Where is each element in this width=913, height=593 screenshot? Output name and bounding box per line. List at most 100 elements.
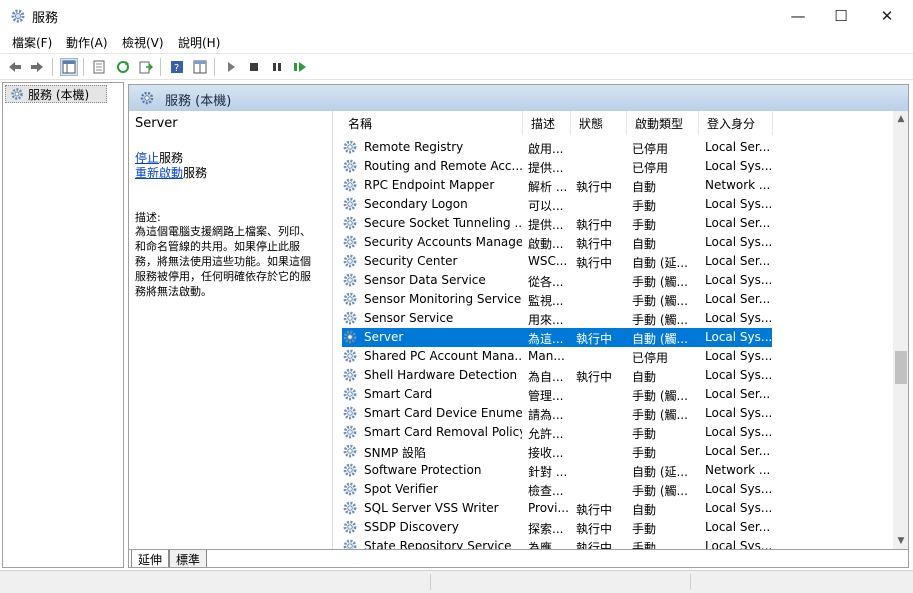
service-startup-type: 手動 (觸...	[632, 389, 688, 403]
column-header-log-on-as[interactable]: 登入身分	[699, 111, 773, 135]
tab-standard[interactable]: 標準	[169, 550, 208, 567]
service-log-on-as: Local Ser...	[705, 292, 771, 306]
column-header-label: 狀態	[579, 116, 604, 131]
service-gear-icon	[342, 348, 358, 364]
service-gear-icon	[342, 500, 358, 516]
service-startup-type: 手動	[632, 427, 657, 441]
service-gear-icon	[342, 462, 358, 478]
scrollbar-thumb[interactable]	[895, 351, 907, 384]
service-row[interactable]: Security Center WSC... 執行中 自動 (延... Local Se…	[342, 252, 772, 271]
console-tree-icon[interactable]	[60, 58, 78, 76]
service-row[interactable]: Sensor Data Service 從各... 手動 (觸... Local Sy…	[342, 271, 772, 290]
service-startup-type: 手動	[632, 522, 657, 536]
service-row[interactable]: Security Accounts Manager 啟動... 執行中 自動 Local…	[342, 233, 772, 252]
services-gear-icon	[140, 91, 154, 105]
service-gear-icon	[342, 215, 358, 231]
description-label: 描述:	[135, 211, 161, 224]
service-row[interactable]: Routing and Remote Acc... 提供... 已停用 Local S…	[342, 157, 772, 176]
pause-service-icon[interactable]	[268, 58, 286, 76]
export-list-icon[interactable]	[137, 58, 155, 76]
back-icon[interactable]	[6, 58, 24, 76]
menu-view[interactable]: 檢視(V)	[122, 34, 164, 51]
service-row[interactable]: State Repository Service 為應... 執行中 手動 Local …	[342, 537, 772, 549]
stop-service-suffix: 服務	[159, 151, 184, 165]
service-row[interactable]: RPC Endpoint Mapper 解析 ... 執行中 自動 Network ..…	[342, 176, 772, 195]
restart-service-icon[interactable]	[291, 58, 309, 76]
tab-extended[interactable]: 延伸	[131, 550, 170, 567]
service-name: Smart Card	[364, 387, 433, 401]
minimize-button[interactable]: —	[775, 0, 821, 31]
description-text: 為這個電腦支援網路上檔案、列印、 和命名管線的共用。如果停止此服 務，將無法使用…	[135, 224, 331, 299]
service-gear-icon	[342, 538, 358, 549]
column-header-status[interactable]: 狀態	[571, 111, 627, 135]
service-row[interactable]: SQL Server VSS Writer Provi... 執行中 自動 Local …	[342, 499, 772, 518]
service-gear-icon	[342, 367, 358, 383]
service-gear-icon	[342, 177, 358, 193]
service-log-on-as: Network ...	[705, 178, 771, 192]
service-row[interactable]: Sensor Service 用來... 手動 (觸... Local Sys...	[342, 309, 772, 328]
tree-item-services-local[interactable]: 服務 (本機)	[5, 85, 107, 103]
service-name: Secondary Logon	[364, 197, 468, 211]
service-gear-icon	[342, 443, 358, 459]
service-log-on-as: Local Ser...	[705, 387, 771, 401]
service-row[interactable]: Smart Card Device Enume... 請為... 手動 (觸... L…	[342, 404, 772, 423]
console-tree: 服務 (本機)	[2, 82, 124, 568]
vertical-scrollbar[interactable]: ▲ ▼	[893, 111, 908, 549]
restart-service-link[interactable]: 重新啟動	[135, 166, 183, 180]
service-row[interactable]: SSDP Discovery 探索... 執行中 手動 Local Ser...	[342, 518, 772, 537]
refresh-icon[interactable]	[114, 58, 132, 76]
service-startup-type: 手動	[632, 218, 657, 232]
service-log-on-as: Local Sys...	[705, 539, 771, 549]
column-header-name[interactable]: ^ 名稱	[334, 111, 523, 135]
service-description: 請為...	[528, 408, 564, 422]
service-status: 執行中	[576, 503, 613, 517]
service-name: Sensor Service	[364, 311, 454, 325]
service-gear-icon	[342, 386, 358, 402]
stop-service-link[interactable]: 停止	[135, 151, 159, 165]
scroll-up-icon[interactable]: ▲	[893, 111, 908, 127]
service-name: RPC Endpoint Mapper	[364, 178, 495, 192]
service-row[interactable]: Smart Card Removal Policy 允許... 手動 Local Sy…	[342, 423, 772, 442]
service-startup-type: 手動 (觸...	[632, 275, 688, 289]
service-row[interactable]: Software Protection 針對 ... 自動 (延... Network…	[342, 461, 772, 480]
service-row[interactable]: SNMP 設陷 接收... 手動 Local Ser...	[342, 442, 772, 461]
service-row[interactable]: Secondary Logon 可以... 手動 Local Sys...	[342, 195, 772, 214]
service-row[interactable]: Smart Card 管理... 手動 (觸... Local Ser...	[342, 385, 772, 404]
scroll-down-icon[interactable]: ▼	[893, 533, 908, 549]
properties-icon[interactable]	[90, 58, 108, 76]
maximize-button[interactable]: ☐	[818, 0, 864, 31]
service-row[interactable]: Secure Socket Tunneling ... 提供... 執行中 手動 Loc…	[342, 214, 772, 233]
column-header-description[interactable]: 描述	[523, 111, 571, 135]
service-row[interactable]: Remote Registry 啟用... 已停用 Local Ser...	[342, 138, 772, 157]
toolbar: ?	[0, 53, 913, 80]
column-header-label: 登入身分	[707, 116, 756, 131]
service-row[interactable]: Sensor Monitoring Service 監視... 手動 (觸... Lo…	[342, 290, 772, 309]
service-row[interactable]: Shell Hardware Detection 為自... 執行中 自動 Local …	[342, 366, 772, 385]
service-name: Software Protection	[364, 463, 482, 477]
forward-icon[interactable]	[28, 58, 46, 76]
service-startup-type: 手動 (觸...	[632, 484, 688, 498]
start-service-icon[interactable]	[222, 58, 240, 76]
menu-file[interactable]: 檔案(F)	[12, 34, 52, 51]
service-description: 為應...	[528, 541, 564, 549]
service-description: 提供...	[528, 218, 564, 232]
service-name: Smart Card Device Enume...	[364, 406, 522, 420]
service-row[interactable]: Shared PC Account Mana... Man... 已停用 Local …	[342, 347, 772, 366]
service-description: WSC...	[528, 254, 568, 268]
services-panel: 服務 (本機) Server 停止服務 重新啟動服務 描述: 為這個電腦支援網路…	[128, 84, 909, 568]
service-description: Man...	[528, 349, 565, 363]
column-header-startup-type[interactable]: 啟動類型	[627, 111, 699, 135]
service-description: 解析 ...	[528, 180, 568, 194]
service-log-on-as: Local Sys...	[705, 330, 771, 344]
close-button[interactable]: ✕	[864, 0, 910, 31]
service-row[interactable]: Server 為這... 執行中 自動 (觸... Local Sys...	[342, 328, 772, 347]
show-hide-pane-icon[interactable]	[191, 58, 209, 76]
service-row[interactable]: Spot Verifier 檢查... 手動 (觸... Local Sys...	[342, 480, 772, 499]
service-description: 探索...	[528, 522, 564, 536]
menu-action[interactable]: 動作(A)	[66, 34, 108, 51]
menu-help[interactable]: 說明(H)	[178, 34, 220, 51]
service-status: 執行中	[576, 522, 613, 536]
stop-service-icon[interactable]	[245, 58, 263, 76]
help-icon[interactable]: ?	[168, 58, 186, 76]
service-description: 管理...	[528, 389, 564, 403]
